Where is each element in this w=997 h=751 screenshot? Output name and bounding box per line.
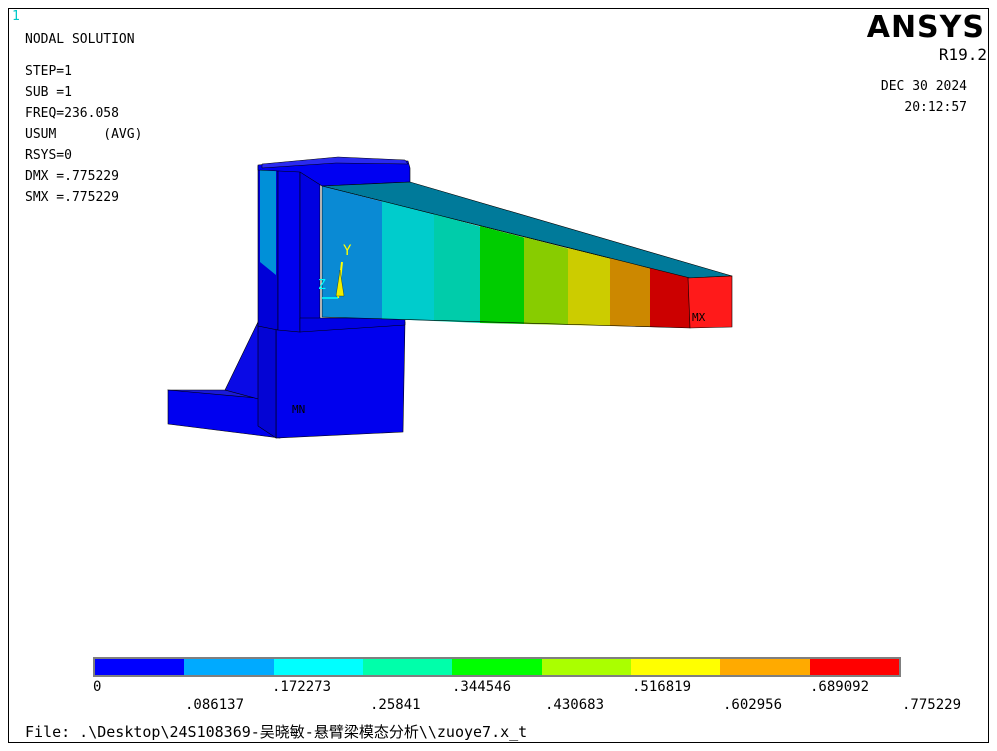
legend-tick: .516819 [632, 679, 692, 695]
base-block-front [275, 321, 406, 439]
legend-tick: .430683 [545, 697, 605, 713]
legend-swatch-2 [184, 659, 274, 675]
base-gusset [224, 321, 263, 401]
legend-tick: .344546 [452, 679, 512, 695]
contour-legend-bar [93, 657, 901, 677]
legend-swatch-6 [541, 659, 631, 675]
legend-tick: 0 [93, 679, 102, 695]
legend-swatch-8 [720, 659, 810, 675]
legend-tick: .602956 [723, 697, 783, 713]
base-block-side [257, 321, 277, 439]
legend-swatch-3 [273, 659, 363, 675]
axis-z-label: Z [318, 278, 326, 293]
min-marker: MN [292, 403, 306, 416]
column-front [277, 163, 301, 333]
file-path: File: .\Desktop\24S108369-吴晓敏-悬臂梁模态分析\\z… [25, 723, 528, 741]
legend-tick: .689092 [810, 679, 870, 695]
legend-swatch-5 [452, 659, 542, 675]
column-inner-face [299, 169, 321, 331]
fea-model-view[interactable] [0, 0, 997, 751]
axis-y-label: Y [343, 243, 352, 259]
legend-swatch-1 [95, 659, 185, 675]
legend-tick: .25841 [370, 697, 421, 713]
legend-swatch-7 [630, 659, 721, 675]
max-marker: MX [692, 311, 706, 324]
legend-tick: .172273 [272, 679, 332, 695]
legend-tick: .775229 [902, 697, 962, 713]
column-side-highlight [260, 166, 276, 275]
legend-swatch-4 [362, 659, 453, 675]
legend-swatch-9 [809, 659, 899, 675]
legend-tick: .086137 [185, 697, 245, 713]
